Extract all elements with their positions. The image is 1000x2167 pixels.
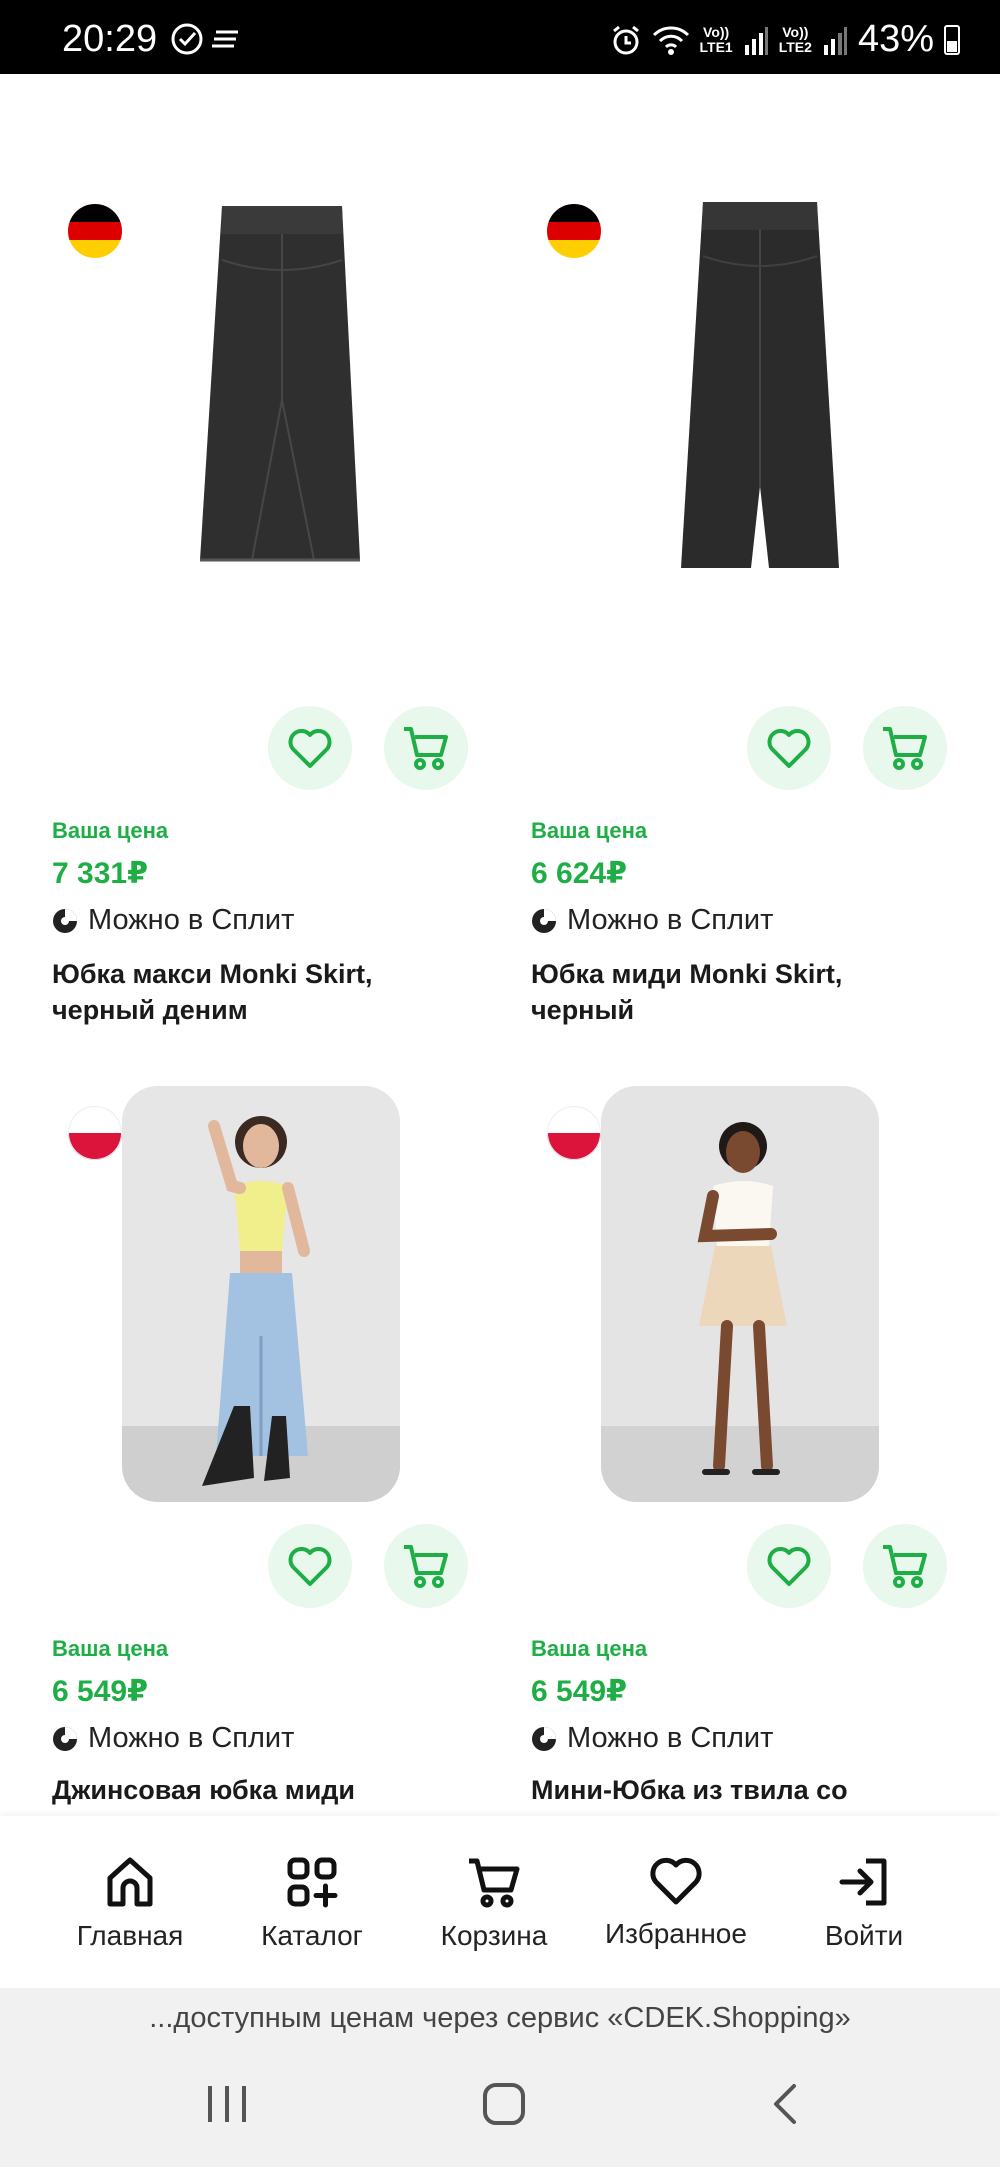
cart-icon: [883, 727, 927, 770]
heart-icon: [767, 1547, 811, 1586]
wifi-icon: [652, 25, 689, 55]
promo-banner[interactable]: ...доступным ценам через сервис «CDEK.Sh…: [0, 1988, 1000, 2048]
product-title[interactable]: Юбка макси Monki Skirt, черный деним: [52, 956, 472, 1028]
split-icon: [532, 1726, 556, 1751]
product-card[interactable]: Ваша цена 6 549₽ Можно в Сплит Джинсовая…: [52, 1086, 492, 1816]
split-payment: Можно в Сплит: [531, 1722, 773, 1755]
split-payment: Можно в Сплит: [52, 1722, 294, 1755]
recent-apps-icon[interactable]: [204, 2080, 250, 2128]
split-label: Можно в Сплит: [88, 1722, 295, 1754]
heart-icon: [767, 729, 811, 768]
cart-icon: [404, 1545, 448, 1588]
price-caption: Ваша цена: [52, 1636, 169, 1661]
product-image[interactable]: [192, 200, 392, 570]
sim2-label: Vo)) LTE2: [778, 23, 812, 55]
split-label: Можно в Сплит: [567, 1722, 774, 1754]
price: 6 549₽: [531, 1675, 627, 1708]
product-image[interactable]: [601, 1086, 879, 1502]
product-title[interactable]: Мини-Юбка из твила со: [531, 1772, 951, 1808]
cart-icon: [469, 1858, 520, 1908]
split-icon: [53, 1726, 77, 1751]
battery-percent: 43%: [857, 18, 934, 60]
flag-germany-icon: [547, 204, 601, 258]
favorite-button[interactable]: [747, 706, 831, 790]
signal-icon: [744, 26, 768, 55]
price: 7 331₽: [52, 857, 148, 890]
favorite-button[interactable]: [747, 1524, 831, 1608]
home-button-icon[interactable]: [480, 2080, 528, 2128]
back-icon[interactable]: [766, 2080, 806, 2128]
product-card[interactable]: Ваша цена 6 549₽ Можно в Сплит Мини-Юбка…: [531, 1086, 971, 1816]
price: 6 624₽: [531, 857, 627, 890]
nav-item-home[interactable]: Главная: [30, 1856, 230, 1952]
add-to-cart-button[interactable]: [384, 1524, 468, 1608]
product-card[interactable]: Ваша цена 7 331₽ Можно в Сплит Юбка макс…: [52, 204, 492, 1054]
cart-icon: [404, 727, 448, 770]
heart-icon: [288, 729, 332, 768]
split-label: Можно в Сплит: [88, 904, 295, 936]
nav-label: Главная: [76, 1920, 184, 1951]
split-icon: [53, 908, 77, 933]
status-bar: 20:29 Vo)) LTE1 Vo)) LTE2 43%: [0, 0, 1000, 74]
status-time: 20:29: [62, 18, 158, 60]
favorite-button[interactable]: [268, 1524, 352, 1608]
nav-item-cart[interactable]: Корзина: [394, 1856, 594, 1952]
price-caption: Ваша цена: [531, 818, 648, 843]
product-image[interactable]: [661, 196, 861, 576]
price-caption: Ваша цена: [52, 818, 169, 843]
add-to-cart-button[interactable]: [384, 706, 468, 790]
login-icon: [839, 1858, 887, 1906]
nav-label: Корзина: [440, 1920, 548, 1951]
product-grid: Ваша цена 7 331₽ Можно в Сплит Юбка макс…: [0, 74, 1000, 1816]
system-navigation-bar: [0, 2048, 1000, 2167]
product-card[interactable]: Ваша цена 6 624₽ Можно в Сплит Юбка миди…: [531, 202, 971, 1054]
product-title[interactable]: Джинсовая юбка миди: [52, 1772, 472, 1808]
add-to-cart-button[interactable]: [863, 706, 947, 790]
notes-icon: [212, 30, 238, 48]
flag-poland-icon: [547, 1106, 601, 1160]
signal-icon: [823, 26, 847, 55]
bottom-navigation: Главная Каталог Корзина Избранное Войти: [0, 1816, 1000, 1988]
split-payment: Можно в Сплит: [531, 904, 773, 937]
nav-label: Войти: [824, 1920, 904, 1951]
home-icon: [107, 1857, 153, 1907]
nav-label: Каталог: [261, 1920, 363, 1951]
split-label: Можно в Сплит: [567, 904, 774, 936]
catalog-icon: [287, 1857, 338, 1908]
heart-icon: [650, 1857, 702, 1905]
price: 6 549₽: [52, 1675, 148, 1708]
split-icon: [532, 908, 556, 933]
heart-icon: [288, 1547, 332, 1586]
check-circle-icon: [171, 23, 203, 55]
price-caption: Ваша цена: [531, 1636, 648, 1661]
product-title[interactable]: Юбка миди Monki Skirt, черный: [531, 956, 951, 1028]
add-to-cart-button[interactable]: [863, 1524, 947, 1608]
cart-icon: [883, 1545, 927, 1588]
battery-icon: [944, 24, 960, 55]
nav-item-favorites[interactable]: Избранное: [576, 1856, 776, 1950]
alarm-icon: [612, 25, 639, 54]
sim1-label: Vo)) LTE1: [699, 23, 733, 55]
split-payment: Можно в Сплит: [52, 904, 294, 937]
flag-poland-icon: [68, 1106, 122, 1160]
favorite-button[interactable]: [268, 706, 352, 790]
nav-item-login[interactable]: Войти: [764, 1856, 964, 1952]
nav-label: Избранное: [605, 1918, 747, 1949]
flag-germany-icon: [68, 204, 122, 258]
product-image[interactable]: [122, 1086, 400, 1502]
nav-item-catalog[interactable]: Каталог: [212, 1856, 412, 1952]
